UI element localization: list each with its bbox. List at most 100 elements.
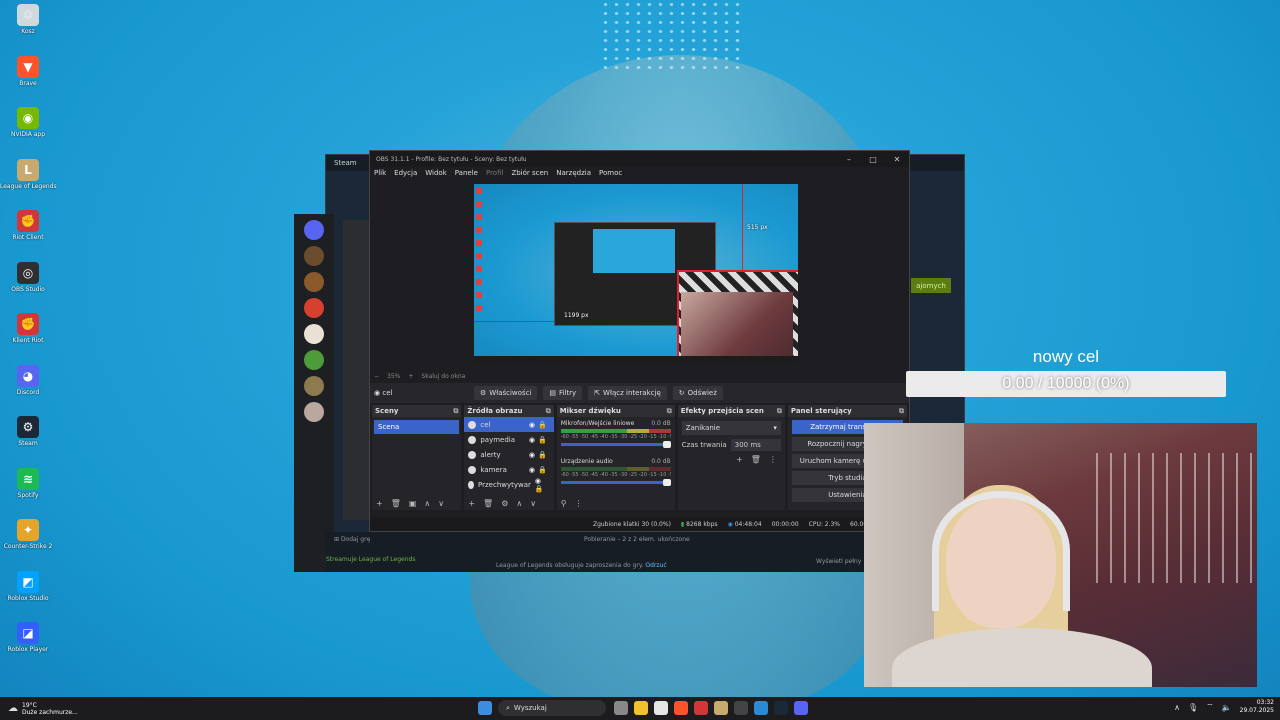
menu-item[interactable]: Pomoc — [599, 169, 622, 177]
start-icon[interactable] — [478, 701, 492, 715]
wifi-icon[interactable]: ⌔ — [1206, 702, 1214, 712]
desktop-icon[interactable]: ▼ Brave — [0, 55, 56, 87]
discord-server-icon[interactable] — [304, 350, 324, 370]
discord-icon[interactable] — [794, 701, 808, 715]
clock[interactable]: 03:32 29.07.2025 — [1240, 699, 1274, 715]
eye-lock-icon[interactable]: ◉🔒 — [529, 421, 550, 429]
maximize-icon[interactable]: □ — [861, 155, 885, 164]
filters-button[interactable]: ▤ Filtry — [543, 386, 583, 400]
minimize-icon[interactable]: – — [837, 155, 861, 164]
desktop-icon[interactable]: ◪ Roblox Player — [0, 622, 56, 653]
weather-widget[interactable]: ☁ 19°C Duże zachmurze... — [0, 702, 200, 716]
edge-icon[interactable] — [754, 701, 768, 715]
volume-slider[interactable] — [560, 441, 671, 448]
desktop-icon[interactable]: ✊ Klient Riot — [0, 313, 56, 344]
up-icon[interactable]: ∧ — [424, 499, 430, 508]
desktop-icon[interactable]: ◩ Roblox Studio — [0, 570, 56, 602]
transition-select[interactable]: Zanikanie ▾ — [681, 421, 781, 435]
obs-titlebar[interactable]: OBS 31.1.1 - Profile: Bez tytułu - Sceny… — [370, 151, 909, 167]
dock-menu-icon[interactable]: ⧉ — [777, 407, 782, 416]
trash-icon[interactable]: 🗑 — [391, 499, 401, 508]
menu-item[interactable]: Plik — [374, 169, 386, 177]
volume-slider[interactable] — [560, 479, 671, 486]
source-item[interactable]: kamera ◉🔒 — [464, 462, 553, 477]
download-status[interactable]: Pobieranie – 2 z 2 elem. ukończone — [584, 536, 690, 543]
add-icon[interactable]: + — [736, 455, 743, 464]
discord-server-icon[interactable] — [304, 246, 324, 266]
trash-icon[interactable]: 🗑 — [483, 499, 493, 508]
search-box[interactable]: ⌕ Wyszukaj — [498, 700, 606, 716]
desktop-icon[interactable]: ✊ Riot Client — [0, 210, 56, 241]
desktop-icon[interactable]: ◕ Discord — [0, 364, 56, 396]
obs-preview[interactable]: 515 px 1199 px — [474, 184, 798, 362]
discord-window[interactable] — [294, 214, 334, 572]
dock-menu-icon[interactable]: ⧉ — [667, 407, 672, 416]
add-icon[interactable]: + — [376, 499, 383, 508]
properties-button[interactable]: ⚙ Właściwości — [474, 386, 538, 400]
discord-home-icon[interactable] — [304, 220, 324, 240]
preview-camera-source[interactable] — [677, 270, 798, 362]
discord-server-icon[interactable] — [304, 324, 324, 344]
desktop-icon[interactable]: ◉ NVIDIA app — [0, 107, 56, 138]
eye-lock-icon[interactable]: ◉🔒 — [529, 466, 550, 474]
dock-menu-icon[interactable]: ⧉ — [546, 407, 551, 416]
source-item[interactable]: cel ◉🔒 — [464, 417, 554, 432]
task-view-icon[interactable] — [614, 701, 628, 715]
duration-input[interactable]: 300 ms — [730, 439, 781, 451]
filter-icon[interactable]: ▣ — [409, 499, 417, 508]
menu-item[interactable]: Panele — [455, 169, 478, 177]
steam-friend-button[interactable]: ajomych — [911, 278, 951, 293]
source-item[interactable]: Przechwytywar ◉🔒 — [464, 477, 553, 493]
obs-window[interactable]: OBS 31.1.1 - Profile: Bez tytułu - Sceny… — [369, 150, 910, 532]
menu-item[interactable]: Zbiór scen — [511, 169, 548, 177]
menu-item[interactable]: Narzędzia — [556, 169, 591, 177]
add-game-button[interactable]: ⊞ Dodaj grę — [334, 536, 370, 543]
store-icon[interactable] — [654, 701, 668, 715]
speaker-icon[interactable]: 🔈 — [1222, 703, 1232, 712]
desktop-icon[interactable]: L League of Legends — [0, 158, 56, 190]
gear-icon[interactable]: ⚙ — [501, 499, 508, 508]
desktop-icon[interactable]: ≋ Spotify — [0, 467, 56, 499]
menu-item[interactable]: Profil — [486, 169, 503, 177]
explorer-icon[interactable] — [634, 701, 648, 715]
source-item[interactable]: alerty ◉🔒 — [464, 447, 553, 462]
link-icon[interactable]: ⚲ — [561, 499, 567, 508]
zoom-level[interactable]: 35% — [387, 373, 400, 380]
zoom-in-icon[interactable]: + — [408, 373, 413, 380]
desktop-icon[interactable]: ✦ Counter-Strike 2 — [0, 519, 56, 550]
menu-item[interactable]: Edycja — [394, 169, 417, 177]
eye-lock-icon[interactable]: ◉🔒 — [529, 451, 550, 459]
dock-menu-icon[interactable]: ⧉ — [453, 407, 458, 416]
close-icon[interactable]: ✕ — [885, 155, 909, 164]
trash-icon[interactable]: 🗑 — [751, 455, 761, 464]
league-icon[interactable] — [714, 701, 728, 715]
discord-server-icon[interactable] — [304, 376, 324, 396]
mic-icon[interactable]: 🎙 — [1188, 703, 1198, 712]
interact-button[interactable]: ⇱ Włącz interakcję — [588, 386, 667, 400]
discord-server-icon[interactable] — [304, 298, 324, 318]
refresh-button[interactable]: ↻ Odśwież — [672, 386, 723, 400]
desktop-icon[interactable]: ◎ OBS Studio — [0, 261, 56, 293]
zoom-out-icon[interactable]: − — [374, 373, 379, 380]
dismiss-link[interactable]: Odrzuć — [645, 562, 666, 569]
menu-item[interactable]: Widok — [425, 169, 447, 177]
discord-server-icon[interactable] — [304, 272, 324, 292]
eye-lock-icon[interactable]: ◉🔒 — [529, 436, 550, 444]
chevron-up-icon[interactable]: ∧ — [1174, 703, 1180, 712]
scene-item[interactable]: Scena — [374, 420, 460, 434]
riot-icon[interactable] — [694, 701, 708, 715]
add-icon[interactable]: + — [468, 499, 475, 508]
source-item[interactable]: paymedia ◉🔒 — [464, 432, 553, 447]
desktop-icon[interactable]: ♲ Kosz — [0, 4, 56, 35]
obs-icon[interactable] — [734, 701, 748, 715]
fit-to-window[interactable]: Skaluj do okna — [421, 373, 465, 380]
friends-full-link[interactable]: Wyświetl pełny — [816, 558, 861, 565]
brave-icon[interactable] — [674, 701, 688, 715]
down-icon[interactable]: ∨ — [530, 499, 536, 508]
more-icon[interactable]: ⋮ — [575, 499, 583, 508]
down-icon[interactable]: ∨ — [438, 499, 444, 508]
steam-icon[interactable] — [774, 701, 788, 715]
more-icon[interactable]: ⋮ — [769, 455, 777, 464]
eye-lock-icon[interactable]: ◉🔒 — [535, 477, 550, 493]
dock-menu-icon[interactable]: ⧉ — [899, 407, 904, 416]
